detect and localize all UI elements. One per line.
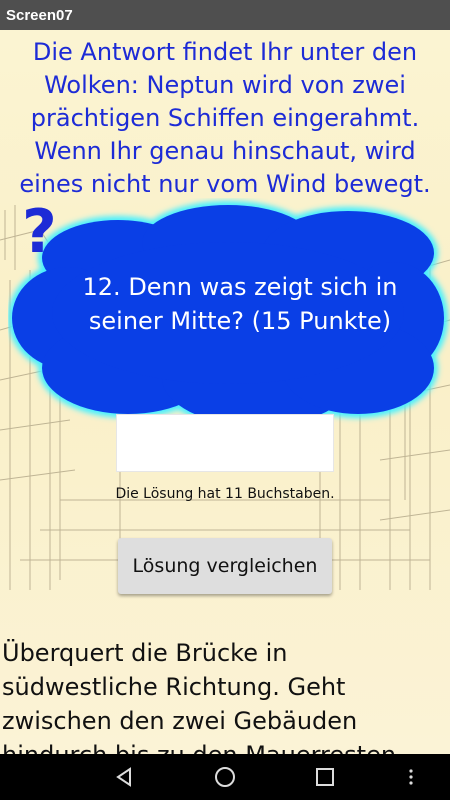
answer-input[interactable]	[116, 414, 334, 472]
recents-square-icon[interactable]	[314, 766, 336, 788]
app-title: Screen07	[6, 7, 73, 24]
system-navigation-bar	[0, 754, 450, 800]
question-mark-icon: ?	[22, 197, 57, 267]
app-title-bar: Screen07	[0, 0, 450, 30]
back-triangle-icon[interactable]	[113, 766, 135, 788]
letter-count-hint: Die Lösung hat 11 Buchstaben.	[115, 486, 335, 502]
question-text: 12. Denn was zeigt sich in seiner Mitte?…	[82, 273, 398, 335]
screen-content[interactable]: Die Antwort findet Ihr unter den Wolken:…	[0, 30, 450, 754]
home-circle-icon[interactable]	[214, 766, 236, 788]
intro-text: Die Antwort findet Ihr unter den Wolken:…	[19, 38, 431, 198]
compare-solution-button[interactable]: Lösung vergleichen	[118, 538, 332, 594]
overflow-menu-icon[interactable]	[400, 766, 422, 788]
directions-text: Überquert die Brücke in südwestliche Ric…	[2, 639, 396, 754]
